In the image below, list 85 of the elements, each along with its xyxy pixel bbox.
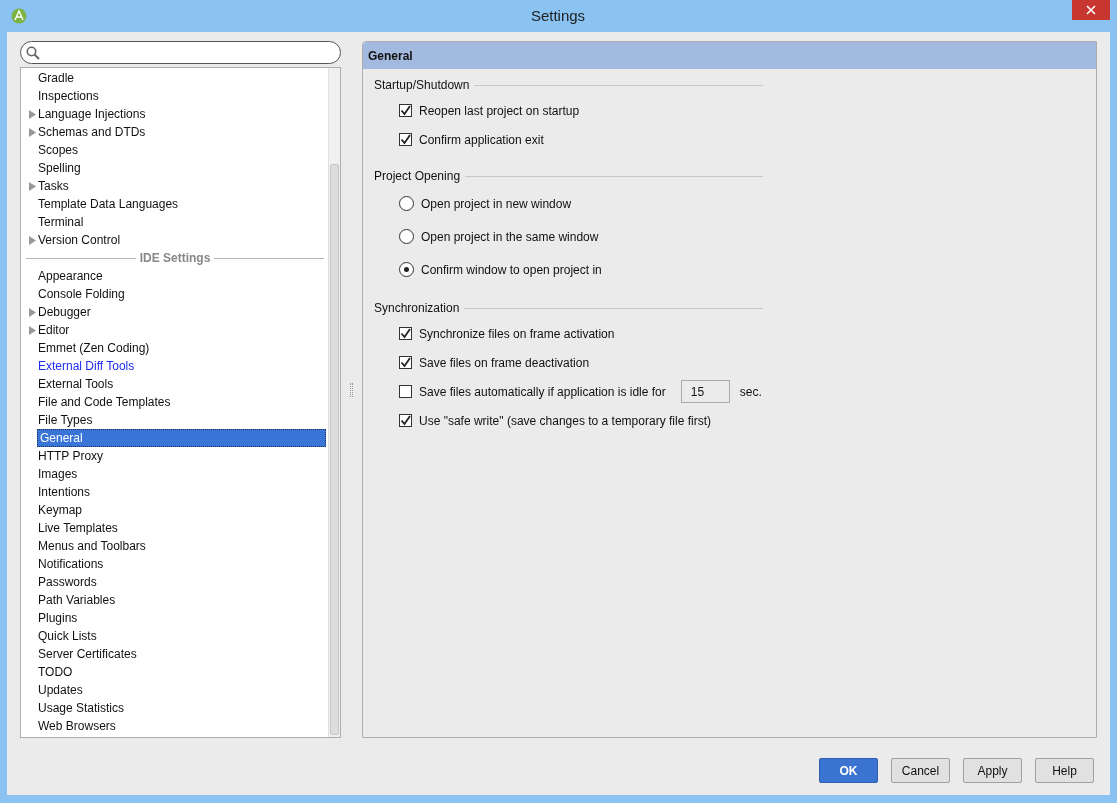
option-label: Open project in new window [421,195,572,213]
tree-item[interactable]: Server Certificates [36,645,137,663]
search-icon [26,45,40,60]
tree-item[interactable]: Passwords [36,573,97,591]
section-title: Project Opening [374,168,461,185]
scrollbar[interactable] [328,68,340,737]
tree-item[interactable]: TODO [36,663,73,681]
tree-item[interactable]: Debugger [36,303,91,321]
checkbox[interactable] [399,385,412,398]
check-icon [400,328,411,339]
tree-item[interactable]: Emmet (Zen Coding) [36,339,150,357]
tree-item[interactable]: Path Variables [36,591,116,609]
option-label: Save files automatically if application is idle for [419,383,666,401]
dialog-button[interactable]: OK [819,758,878,783]
check-icon [400,134,411,145]
option-label: Use "safe write" (save changes to a temporary file first) [419,412,711,430]
close-button[interactable] [1072,0,1110,20]
dialog-button[interactable]: Apply [963,758,1022,783]
scrollbar-thumb[interactable] [330,164,339,735]
checkbox[interactable] [399,414,412,427]
checkbox[interactable] [399,327,412,340]
option-label: Confirm window to open project in [421,261,602,279]
expand-triangle-icon[interactable] [29,307,36,317]
tree-item[interactable]: Menus and Toolbars [36,537,146,555]
tree-item[interactable]: External Tools [36,375,114,393]
unit-label: sec. [739,383,762,401]
check-icon [400,357,411,368]
app-logo-icon [11,8,27,24]
group-header: IDE Settings [139,250,211,267]
section-title: Startup/Shutdown [374,77,470,94]
tree-item[interactable]: Template Data Languages [36,195,179,213]
tree-item[interactable]: Notifications [36,555,104,573]
search-field[interactable] [20,41,341,64]
tree-item[interactable]: Quick Lists [36,627,97,645]
tree-item[interactable]: Console Folding [36,285,125,303]
dialog-button[interactable]: Cancel [891,758,950,783]
tree-item[interactable]: Terminal [36,213,84,231]
check-icon [400,105,411,116]
seconds-field[interactable]: 15 [680,380,730,403]
option-label: Save files on frame deactivation [419,354,590,372]
tree-item[interactable]: File Types [36,411,93,429]
tree-item[interactable]: Language Injections [36,105,146,123]
option-label: Confirm application exit [419,131,544,149]
tree-item[interactable]: HTTP Proxy [36,447,104,465]
dialog-button[interactable]: Help [1035,758,1094,783]
tree-item[interactable]: Schemas and DTDs [36,123,146,141]
checkbox[interactable] [399,356,412,369]
tree-item[interactable]: Tasks [36,177,69,195]
expand-triangle-icon[interactable] [29,109,36,119]
tree-item[interactable]: Editor [36,321,70,339]
tree-item[interactable]: Live Templates [36,519,118,537]
checkbox[interactable] [399,104,412,117]
tree-item[interactable]: General [37,429,326,447]
tree-item[interactable]: Version Control [36,231,121,249]
expand-triangle-icon[interactable] [29,325,36,335]
option-label: Open project in the same window [421,228,599,246]
expand-triangle-icon[interactable] [29,181,36,191]
tree-item[interactable]: File and Code Templates [36,393,171,411]
tree-item[interactable]: Web Browsers [36,717,116,735]
check-icon [400,415,411,426]
section-title: Synchronization [374,300,460,317]
tree-item[interactable]: Plugins [36,609,78,627]
tree-item[interactable]: Images [36,465,78,483]
radio-button[interactable] [399,262,414,277]
splitter-grip-icon[interactable] [350,382,353,397]
window-title: Settings [529,5,587,26]
checkbox[interactable] [399,133,412,146]
tree-item[interactable]: Appearance [36,267,103,285]
option-label: Reopen last project on startup [419,102,580,120]
expand-triangle-icon[interactable] [29,127,36,137]
tree-item[interactable]: Usage Statistics [36,699,125,717]
tree-item[interactable]: Inspections [36,87,99,105]
tree-item[interactable]: Scopes [36,141,79,159]
tree-item[interactable]: External Diff Tools [36,357,135,375]
radio-button[interactable] [399,229,414,244]
close-icon [1086,5,1096,15]
panel-header: General [363,42,1096,69]
tree-item[interactable]: Updates [36,681,83,699]
tree-item[interactable]: Keymap [36,501,83,519]
tree-item[interactable]: Intentions [36,483,91,501]
radio-button[interactable] [399,196,414,211]
option-label: Synchronize files on frame activation [419,325,615,343]
expand-triangle-icon[interactable] [29,235,36,245]
tree-item[interactable]: Spelling [36,159,81,177]
tree-item[interactable]: Gradle [36,69,75,87]
